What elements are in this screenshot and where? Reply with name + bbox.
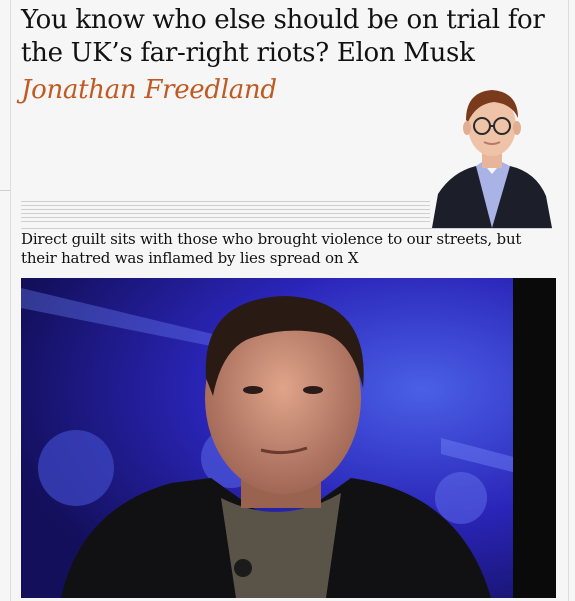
author-byline[interactable]: Jonathan Freedland [21,74,277,107]
article-headline: You know who else should be on trial for… [21,5,545,68]
margin-tick [0,190,10,191]
left-column-rule [10,0,11,601]
article-page: You know who else should be on trial for… [0,0,575,601]
article-standfirst: Direct guilt sits with those who brought… [21,230,522,267]
section-divider [21,228,552,229]
decorative-hatch [21,201,430,225]
author-headshot [432,74,552,228]
right-column-rule [568,0,569,601]
lead-photo [21,278,556,598]
